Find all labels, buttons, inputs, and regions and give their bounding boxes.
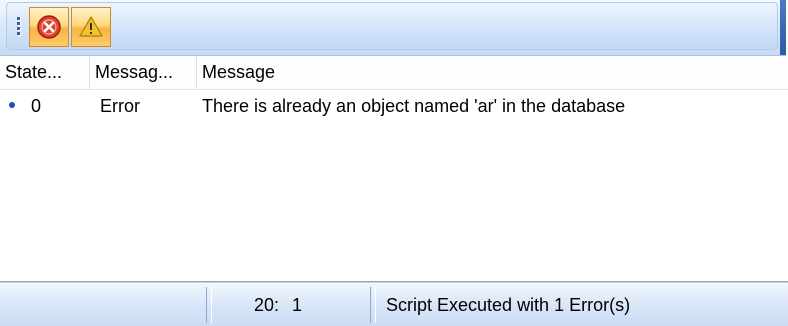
toolbar-edge <box>780 0 786 55</box>
execution-status: Script Executed with 1 Error(s) <box>375 287 788 323</box>
show-warnings-button[interactable] <box>71 7 111 47</box>
messages-panel: State... Messag... Message 0 Error There… <box>0 0 788 326</box>
toolbar <box>0 0 786 56</box>
column-header-message-type[interactable]: Messag... <box>90 56 197 89</box>
list-item[interactable]: 0 Error There is already an object named… <box>0 89 788 123</box>
toolbar-strip <box>6 2 778 50</box>
cursor-column: 1 <box>292 295 303 315</box>
cursor-position: 20: 1 <box>211 287 371 323</box>
row-state: 0 <box>31 96 42 116</box>
cursor-line: 20: <box>254 295 280 315</box>
status-bar: 20: 1 Script Executed with 1 Error(s) <box>0 282 788 326</box>
column-header-message[interactable]: Message <box>197 56 788 89</box>
list-header: State... Messag... Message <box>0 56 788 90</box>
warning-icon <box>79 16 103 37</box>
toolbar-grip-icon[interactable] <box>17 17 21 41</box>
error-icon <box>37 15 61 39</box>
status-panel-empty <box>0 287 207 323</box>
show-errors-button[interactable] <box>29 7 69 47</box>
message-list: State... Messag... Message 0 Error There… <box>0 56 788 282</box>
execution-status-text: Script Executed with 1 Error(s) <box>386 295 631 315</box>
row-message-type: Error <box>100 96 140 116</box>
column-header-state[interactable]: State... <box>0 56 90 89</box>
row-message: There is already an object named 'ar' in… <box>202 96 626 116</box>
row-bullet-icon <box>9 102 15 108</box>
